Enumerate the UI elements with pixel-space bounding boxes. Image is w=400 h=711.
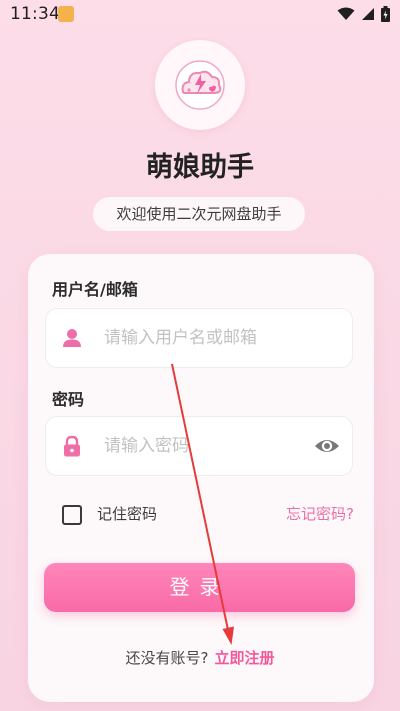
lock-icon [64, 435, 80, 457]
username-placeholder: 请输入用户名或邮箱 [104, 328, 257, 348]
remember-checkbox[interactable] [62, 505, 82, 525]
remember-label[interactable]: 记住密码 [97, 503, 157, 524]
signal-icon [362, 8, 374, 20]
status-bar: 11:34 [0, 0, 400, 28]
logo-icon [175, 60, 225, 110]
app-subtitle: 欢迎使用二次元网盘助手 [93, 197, 305, 231]
login-button[interactable]: 登录 [44, 563, 355, 612]
register-link[interactable]: 立即注册 [214, 649, 274, 667]
app-title: 萌娘助手 [146, 152, 254, 183]
register-row: 还没有账号? 立即注册 [0, 647, 400, 668]
eye-icon[interactable] [314, 435, 340, 457]
no-account-text: 还没有账号? [125, 649, 209, 667]
password-placeholder: 请输入密码 [104, 436, 189, 456]
status-icons [337, 5, 390, 23]
username-input[interactable]: 请输入用户名或邮箱 [45, 308, 353, 368]
wifi-icon [337, 7, 355, 20]
password-input[interactable]: 请输入密码 [45, 416, 353, 476]
battery-icon [381, 6, 390, 22]
status-app-icon [58, 6, 74, 22]
username-label: 用户名/邮箱 [52, 280, 138, 299]
password-label: 密码 [52, 390, 85, 409]
forgot-password-link[interactable]: 忘记密码? [286, 503, 354, 524]
user-icon [63, 329, 81, 347]
app-logo [155, 40, 245, 130]
status-time: 11:34 [10, 4, 60, 24]
